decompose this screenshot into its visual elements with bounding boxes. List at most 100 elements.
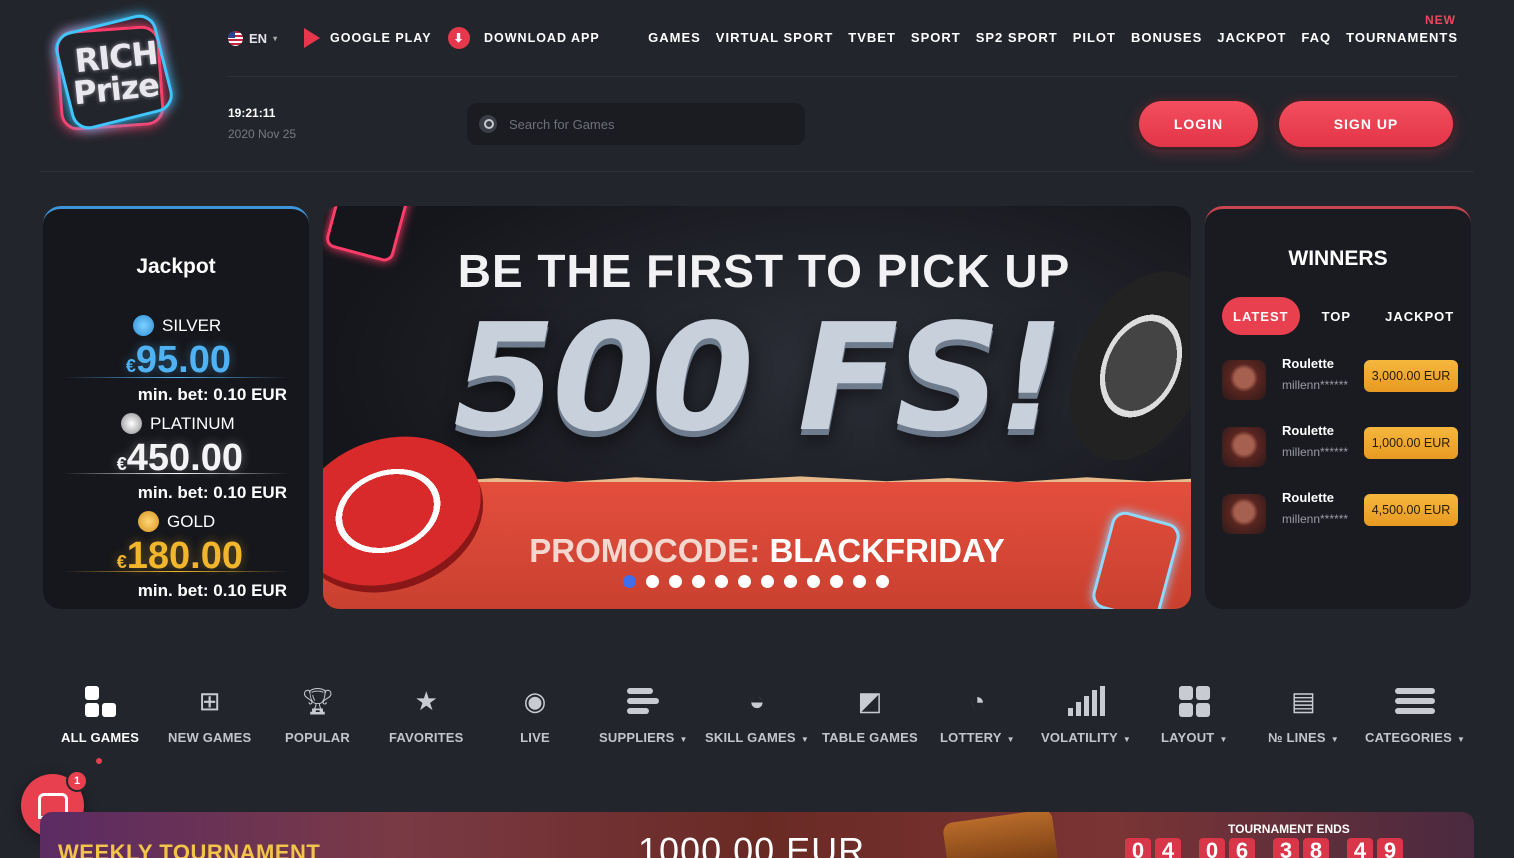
jackpot-tier-silver: SILVER	[133, 315, 221, 336]
winner-user: millenn******	[1282, 512, 1349, 526]
countdown-digit: 8	[1303, 838, 1329, 858]
nav-games[interactable]: GAMES	[648, 30, 701, 45]
nav-sp2-sport[interactable]: SP2 SPORT	[976, 30, 1058, 45]
tier-name: GOLD	[167, 511, 216, 531]
winner-row[interactable]: Roulette millenn****** 4,500.00 EUR	[1222, 490, 1458, 536]
min-bet-silver: min. bet: 0.10 EUR	[137, 385, 287, 404]
nav-jackpot[interactable]: JACKPOT	[1217, 30, 1286, 45]
category-label: VOLATILITY ▼	[1041, 730, 1131, 745]
countdown-digit: 0	[1199, 838, 1225, 858]
us-flag-icon	[228, 30, 243, 46]
promo-code: BLACKFRIDAY	[769, 532, 1005, 569]
carousel-dot[interactable]	[623, 575, 636, 588]
category-layout[interactable]: LAYOUT ▼	[1161, 684, 1228, 745]
category-label-text: SKILL GAMES	[705, 730, 796, 745]
jackpot-amount-silver: €95.00	[126, 339, 231, 382]
category-table-games[interactable]: ◩ TABLE GAMES	[822, 684, 918, 746]
new-games-icon: ⊞	[198, 685, 221, 716]
countdown-digit: 0	[1125, 838, 1151, 858]
tab-top[interactable]: TOP	[1312, 297, 1362, 335]
download-app-link[interactable]: ⬇ DOWNLOAD APP	[448, 27, 600, 49]
category-skill-games[interactable]: ◒ SKILL GAMES ▼	[705, 684, 809, 746]
star-icon: ★	[414, 685, 438, 716]
category-label-text: LAYOUT	[1161, 730, 1215, 745]
treasure-chest-image	[942, 812, 1058, 858]
jackpot-title: Jackpot	[136, 255, 216, 278]
category-label: NEW GAMES	[168, 730, 252, 745]
category-favorites[interactable]: ★ FAVORITES	[389, 684, 464, 746]
signup-button[interactable]: SIGN UP	[1279, 101, 1453, 147]
search-input[interactable]	[509, 116, 779, 132]
countdown-digit: 4	[1347, 838, 1373, 858]
carousel-dot[interactable]	[715, 575, 728, 588]
nav-faq[interactable]: FAQ	[1301, 30, 1331, 45]
roulette-game-thumbnail	[1222, 494, 1266, 534]
category-live[interactable]: ◉ LIVE	[518, 684, 552, 746]
carousel-dot[interactable]	[876, 575, 889, 588]
category-lottery[interactable]: ◔ LOTTERY ▼	[940, 684, 1015, 746]
nav-sport[interactable]: SPORT	[911, 30, 961, 45]
category-lines[interactable]: ▤ № LINES ▼	[1268, 684, 1339, 746]
banner-headline: BE THE FIRST TO PICK UP	[457, 245, 1071, 297]
carousel-dot[interactable]	[646, 575, 659, 588]
countdown-separator	[1333, 838, 1343, 858]
chevron-down-icon: ▼	[679, 735, 688, 744]
min-bet-gold: min. bet: 0.10 EUR	[137, 581, 287, 600]
winner-user: millenn******	[1282, 445, 1349, 459]
carousel-dot[interactable]	[738, 575, 751, 588]
tournament-ends-label: TOURNAMENT ENDS	[1228, 822, 1350, 836]
login-button[interactable]: LOGIN	[1139, 101, 1258, 147]
category-label-text: LOTTERY	[940, 730, 1002, 745]
winner-game: Roulette	[1282, 490, 1334, 505]
category-all-games[interactable]: ALL GAMES	[61, 684, 139, 745]
tab-latest[interactable]: LATEST	[1222, 297, 1300, 335]
nav-pilot[interactable]: PILOT	[1073, 30, 1116, 45]
category-label: TABLE GAMES	[822, 730, 918, 745]
winner-row[interactable]: Roulette millenn****** 3,000.00 EUR	[1222, 356, 1458, 402]
google-play-link[interactable]: GOOGLE PLAY	[304, 28, 432, 48]
carousel-dot[interactable]	[761, 575, 774, 588]
nav-bonuses[interactable]: BONUSES	[1131, 30, 1202, 45]
currency-symbol: €	[125, 356, 136, 376]
winners-tabs: LATEST TOP JACKPOT	[1222, 297, 1464, 335]
promo-banner[interactable]: BE THE FIRST TO PICK UP 500 FS! PROMOCOD…	[323, 206, 1191, 609]
carousel-dot[interactable]	[807, 575, 820, 588]
divider	[63, 377, 289, 378]
tab-jackpot[interactable]: JACKPOT	[1375, 297, 1464, 335]
search-icon	[479, 115, 497, 133]
tournament-banner[interactable]: WEEKLY TOURNAMENT 1000.00 EUR TOURNAMENT…	[40, 812, 1474, 858]
nav-tournaments[interactable]: TOURNAMENTS	[1346, 30, 1458, 45]
category-label: № LINES ▼	[1268, 730, 1339, 745]
tier-name: SILVER	[162, 315, 222, 335]
countdown-separator	[1185, 838, 1195, 858]
carousel-dot[interactable]	[853, 575, 866, 588]
google-play-icon	[304, 28, 320, 48]
chevron-down-icon: ▼	[1457, 735, 1466, 744]
language-selector[interactable]: EN ▾	[228, 28, 277, 48]
countdown-digit: 3	[1273, 838, 1299, 858]
category-volatility[interactable]: VOLATILITY ▼	[1041, 684, 1131, 745]
category-new-games[interactable]: ⊞ NEW GAMES	[168, 684, 252, 746]
carousel-dot[interactable]	[692, 575, 705, 588]
currency-symbol: €	[116, 454, 127, 474]
silver-coin-icon	[133, 315, 154, 336]
nav-tvbet[interactable]: TVBET	[848, 30, 896, 45]
category-suppliers[interactable]: SUPPLIERS ▼	[599, 684, 688, 745]
category-label: POPULAR	[285, 730, 350, 745]
jackpot-panel: Jackpot SILVER €95.00 min. bet: 0.10 EUR…	[43, 206, 309, 609]
category-categories[interactable]: CATEGORIES ▼	[1365, 684, 1465, 745]
winner-row[interactable]: Roulette millenn****** 1,000.00 EUR	[1222, 423, 1458, 469]
chevron-down-icon: ▼	[800, 735, 809, 744]
carousel-dot[interactable]	[830, 575, 843, 588]
nav-virtual-sport[interactable]: VIRTUAL SPORT	[716, 30, 834, 45]
carousel-dot[interactable]	[669, 575, 682, 588]
winner-user: millenn******	[1282, 378, 1349, 392]
category-label: CATEGORIES ▼	[1365, 730, 1465, 745]
carousel-dot[interactable]	[784, 575, 797, 588]
category-label-text: SUPPLIERS	[599, 730, 675, 745]
category-popular[interactable]: 🏆︎ POPULAR	[285, 684, 350, 746]
suppliers-icon	[626, 684, 660, 718]
rich-prize-logo[interactable]: RICH Prize	[51, 10, 182, 134]
clock-time: 19:21:11	[228, 106, 276, 120]
search-box	[467, 103, 805, 145]
